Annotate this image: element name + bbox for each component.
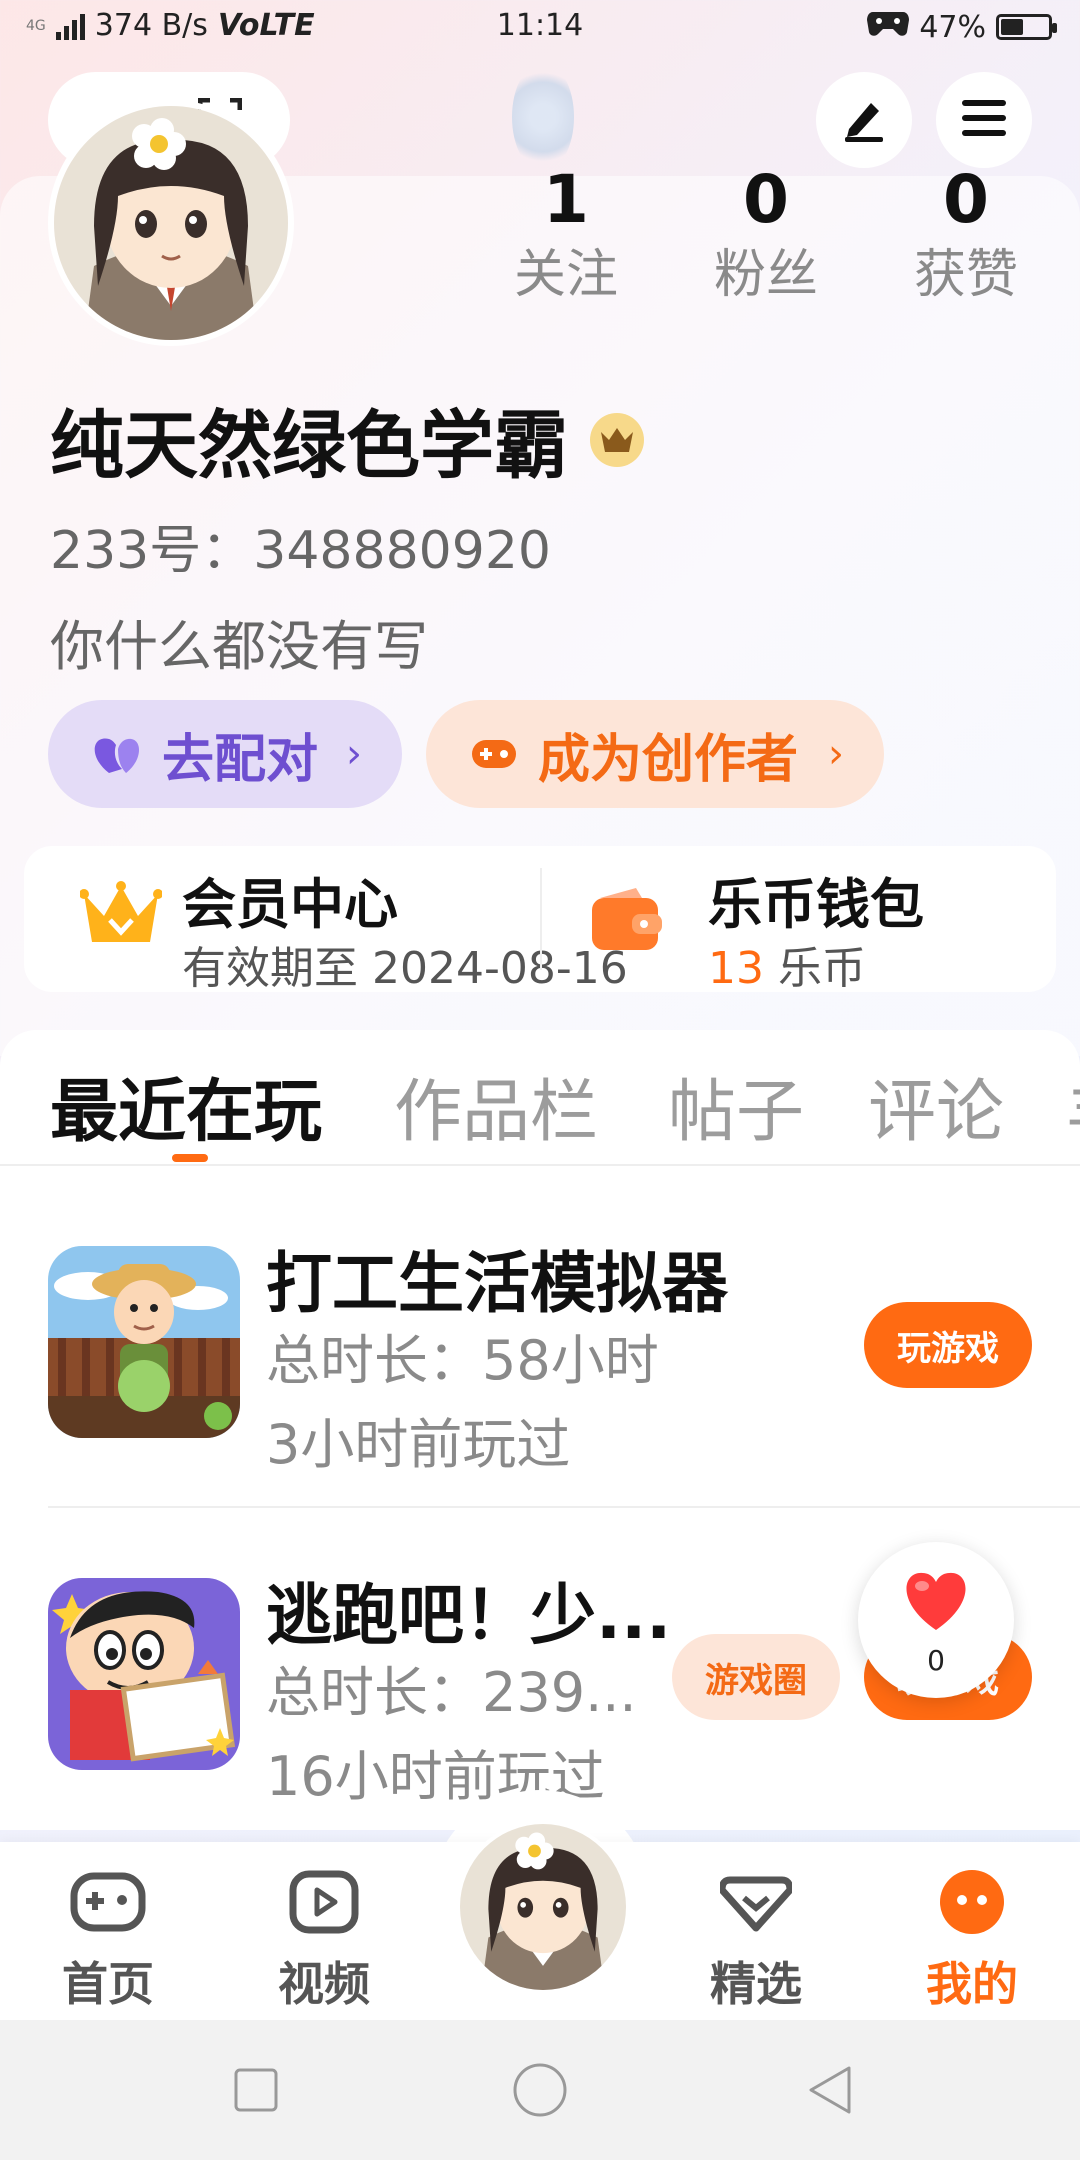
wallet-balance: 13 乐币: [708, 932, 866, 996]
pair-button-label: 去配对: [162, 729, 319, 790]
heart-pair-icon: [92, 733, 142, 775]
member-center-title: 会员中心: [182, 873, 398, 936]
vip-wallet-card: 会员中心 有效期至 2024-08-16 乐币钱包 13 乐币: [24, 846, 1056, 994]
menu-button[interactable]: [936, 72, 1032, 168]
nav-label: 视频: [278, 1957, 370, 2011]
pencil-icon: [839, 93, 889, 147]
stat-value: 1: [543, 161, 589, 238]
stat-value: 0: [743, 161, 789, 238]
divider: [48, 1506, 1080, 1508]
home-button[interactable]: [510, 2060, 570, 2120]
game-icon: [48, 1578, 240, 1770]
stat-label: 粉丝: [713, 245, 818, 305]
nav-label: 精选: [710, 1957, 802, 2011]
heart-badge-icon: [676, 1862, 836, 1942]
floating-like-button[interactable]: 0: [858, 1542, 1014, 1698]
game-title: 打工生活模拟器: [266, 1245, 728, 1322]
video-icon: [244, 1862, 404, 1942]
nav-featured[interactable]: 精选: [676, 1862, 836, 2014]
nav-home[interactable]: 首页: [28, 1862, 188, 2014]
back-button[interactable]: [800, 2060, 860, 2120]
system-navigation-bar: [0, 2020, 1080, 2160]
game-title: 逃跑吧！少...: [266, 1577, 672, 1654]
member-center[interactable]: 会员中心 有效期至 2024-08-16: [24, 846, 628, 994]
stat-value: 0: [943, 161, 989, 238]
creator-button-label: 成为创作者: [538, 729, 799, 790]
wallet[interactable]: 乐币钱包 13 乐币: [540, 846, 1056, 994]
game-total-time: 总时长：58小时: [266, 1329, 659, 1392]
become-creator-button[interactable]: 成为创作者 ›: [426, 700, 884, 808]
gamepad-icon: [28, 1862, 188, 1942]
game-mode-icon: [867, 8, 910, 46]
profile-stats: 1 关注 0 粉丝 0 获赞: [486, 160, 1046, 310]
game-last-played: 3小时前玩过: [266, 1413, 571, 1476]
game-circle-button[interactable]: 游戏圈: [672, 1634, 840, 1720]
profile-tabs: 最近在玩 作品栏 帖子 评论 羊: [0, 1030, 1080, 1166]
active-tab-indicator: [172, 1154, 208, 1162]
recent-apps-button[interactable]: [226, 2060, 286, 2120]
gamepad-icon: [470, 736, 518, 772]
stat-label: 获赞: [913, 245, 1018, 305]
tab-works[interactable]: 作品栏: [394, 1056, 598, 1155]
face-icon: [892, 1862, 1052, 1942]
nav-label: 我的: [926, 1957, 1018, 2011]
user-bio[interactable]: 你什么都没有写: [50, 602, 428, 681]
tab-recently-played[interactable]: 最近在玩: [50, 1056, 322, 1155]
tab-comments[interactable]: 评论: [868, 1056, 1004, 1155]
wallet-title: 乐币钱包: [708, 873, 924, 936]
nav-avatar[interactable]: [456, 1820, 630, 1994]
decorative-ornament: [512, 62, 574, 172]
heart-icon: [902, 1570, 970, 1636]
username: 纯天然绿色学霸: [50, 386, 644, 493]
battery-icon: [996, 14, 1057, 40]
avatar[interactable]: [48, 100, 294, 346]
play-game-button[interactable]: 玩游戏: [864, 1302, 1032, 1388]
stat-following[interactable]: 1 关注: [486, 160, 646, 310]
tab-posts[interactable]: 帖子: [668, 1056, 804, 1155]
user-id[interactable]: 233号：348880920: [50, 508, 551, 583]
wallet-amount: 13: [708, 943, 764, 994]
stat-likes[interactable]: 0 获赞: [886, 160, 1046, 310]
nav-label: 首页: [62, 1957, 154, 2011]
menu-icon: [960, 96, 1008, 144]
status-right: 47%: [867, 8, 1057, 46]
wallet-icon: [590, 886, 662, 956]
chevron-right-icon: ›: [346, 731, 362, 777]
tab-more[interactable]: 羊: [1066, 1056, 1080, 1155]
game-total-time: 总时长：239...: [266, 1661, 637, 1724]
status-bar: 4G 374 B/s VoLTE 11:14 47%: [0, 0, 1080, 56]
game-row[interactable]: 打工生活模拟器 总时长：58小时 3小时前玩过 玩游戏: [0, 1245, 1080, 1576]
battery-percent: 47%: [919, 9, 986, 45]
pair-button[interactable]: 去配对 ›: [48, 700, 402, 808]
crown-icon: [79, 880, 163, 956]
edit-profile-button[interactable]: [816, 72, 912, 168]
stat-followers[interactable]: 0 粉丝: [686, 160, 846, 310]
stat-label: 关注: [513, 245, 618, 305]
nav-video[interactable]: 视频: [244, 1862, 404, 2014]
chevron-right-icon: ›: [828, 731, 844, 777]
wallet-unit: 乐币: [778, 943, 866, 994]
username-text: 纯天然绿色学霸: [50, 403, 568, 489]
game-icon: [48, 1246, 240, 1438]
like-count: 0: [927, 1644, 945, 1677]
nav-mine[interactable]: 我的: [892, 1862, 1052, 2014]
crown-badge-icon[interactable]: [590, 412, 644, 467]
